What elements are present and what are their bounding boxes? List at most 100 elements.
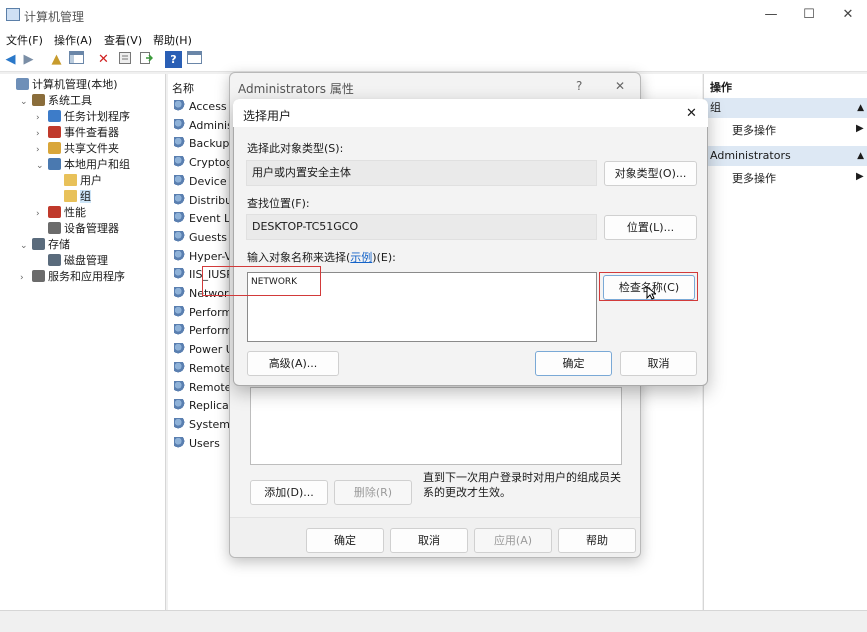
- tree-item[interactable]: › 事件查看器: [36, 125, 119, 141]
- delete-icon[interactable]: ✕: [95, 51, 112, 68]
- expand-arrow-icon[interactable]: ›: [20, 270, 32, 286]
- maximize-button[interactable]: ☐: [800, 6, 818, 24]
- device-manager-icon: [48, 222, 61, 234]
- group-icon: [174, 268, 186, 281]
- list-item[interactable]: Remote: [174, 379, 232, 397]
- export-list-icon[interactable]: [137, 51, 154, 68]
- view-icon[interactable]: [186, 51, 203, 68]
- list-item-label: Access C: [189, 100, 232, 113]
- list-item[interactable]: Remote: [174, 360, 232, 378]
- expand-arrow-icon[interactable]: ›: [36, 142, 48, 158]
- tree-item[interactable]: 用户: [52, 173, 102, 189]
- tree-item-label: 计算机管理(本地): [32, 78, 118, 91]
- group-icon: [174, 137, 186, 150]
- object-types-button[interactable]: 对象类型(O)...: [604, 161, 697, 186]
- users-icon: [48, 158, 61, 170]
- select-ok-button[interactable]: 确定: [535, 351, 612, 376]
- group-icon: [174, 287, 186, 299]
- list-item[interactable]: System I: [174, 416, 232, 434]
- props-cancel-button[interactable]: 取消: [390, 528, 468, 553]
- list-header-name[interactable]: 名称: [172, 80, 194, 96]
- list-item[interactable]: Perform: [174, 304, 232, 322]
- tree-item[interactable]: ⌄ 系统工具: [20, 93, 92, 109]
- list-item[interactable]: Guests: [174, 229, 232, 247]
- properties-icon[interactable]: [116, 51, 133, 68]
- list-item[interactable]: Distribut: [174, 192, 232, 210]
- list-item[interactable]: Perform: [174, 322, 232, 340]
- annotation-rect-check-names: [599, 272, 698, 301]
- status-bar: [0, 610, 867, 632]
- tree-item[interactable]: › 任务计划程序: [36, 109, 130, 125]
- menu-action[interactable]: 操作(A): [54, 32, 92, 48]
- tree-item[interactable]: › 服务和应用程序: [20, 269, 125, 285]
- collapse-icon[interactable]: ▲: [857, 146, 864, 166]
- select-users-title: 选择用户: [243, 109, 292, 123]
- tree-item[interactable]: › 性能: [36, 205, 86, 221]
- show-hide-tree-icon[interactable]: [68, 51, 85, 68]
- group-icon: [174, 324, 186, 337]
- up-folder-icon[interactable]: ▲: [48, 51, 65, 68]
- expand-arrow-icon[interactable]: ⌄: [20, 94, 32, 110]
- props-help-button[interactable]: 帮助: [558, 528, 636, 553]
- list-item[interactable]: Device C: [174, 173, 232, 191]
- select-users-close-button[interactable]: ✕: [686, 106, 697, 121]
- tree-item[interactable]: 磁盘管理: [36, 253, 108, 269]
- collapse-icon[interactable]: ▲: [857, 98, 864, 118]
- list-item-label: Replicat: [189, 399, 232, 413]
- title-bar: 计算机管理 — ☐ ✕: [0, 0, 867, 30]
- props-apply-button[interactable]: 应用(A): [474, 528, 552, 553]
- expand-arrow-icon[interactable]: ⌄: [36, 158, 48, 174]
- tree-item[interactable]: 组: [52, 189, 91, 205]
- props-ok-button[interactable]: 确定: [306, 528, 384, 553]
- more-actions-1[interactable]: 更多操作: [732, 122, 776, 138]
- close-button[interactable]: ✕: [839, 6, 857, 24]
- group-icon: [174, 156, 186, 169]
- props-help-icon[interactable]: ?: [576, 79, 582, 93]
- list-item[interactable]: Backup C: [174, 135, 232, 153]
- minimize-button[interactable]: —: [762, 6, 780, 24]
- tree-item[interactable]: ⌄ 本地用户和组: [36, 157, 130, 173]
- expand-arrow-icon[interactable]: ›: [36, 126, 48, 142]
- list-item[interactable]: Access C: [174, 98, 232, 116]
- forward-icon[interactable]: ▶: [20, 51, 37, 68]
- list-item[interactable]: Replicat: [174, 397, 232, 415]
- tree-item[interactable]: 设备管理器: [36, 221, 119, 237]
- list-item[interactable]: Event Lo: [174, 210, 232, 228]
- back-icon[interactable]: ◀: [2, 51, 19, 68]
- menu-view[interactable]: 查看(V): [104, 32, 142, 48]
- list-item-label: Device C: [189, 174, 232, 188]
- actions-group-heading[interactable]: 组 ▲: [704, 98, 867, 118]
- list-item-label: Remote: [189, 380, 232, 394]
- menu-file[interactable]: 文件(F): [6, 32, 43, 48]
- tree-item-label: 磁盘管理: [64, 254, 108, 267]
- props-close-button[interactable]: ✕: [615, 79, 625, 93]
- list-item-label: Event Lo: [189, 212, 232, 226]
- list-item[interactable]: Cryptog: [174, 154, 232, 172]
- add-button[interactable]: 添加(D)...: [250, 480, 328, 505]
- list-item[interactable]: Hyper-V: [174, 248, 232, 266]
- group-icon: [174, 399, 186, 412]
- tree-item[interactable]: 计算机管理(本地): [4, 77, 118, 93]
- tree-item-label: 共享文件夹: [64, 142, 119, 155]
- tree-item[interactable]: › 共享文件夹: [36, 141, 119, 157]
- more-actions-2[interactable]: 更多操作: [732, 170, 776, 186]
- locations-button[interactable]: 位置(L)...: [604, 215, 697, 240]
- object-type-label: 选择此对象类型(S):: [247, 142, 344, 155]
- expand-arrow-icon[interactable]: ›: [36, 206, 48, 222]
- expand-arrow-icon[interactable]: ›: [36, 110, 48, 126]
- members-listbox[interactable]: [250, 387, 622, 465]
- tree-item[interactable]: ⌄ 存储: [20, 237, 70, 253]
- remove-button[interactable]: 删除(R): [334, 480, 412, 505]
- examples-link[interactable]: 示例: [350, 251, 372, 264]
- list-item[interactable]: Adminis: [174, 117, 232, 135]
- list-item[interactable]: Users: [174, 435, 232, 453]
- advanced-button[interactable]: 高级(A)...: [247, 351, 339, 376]
- actions-admin-heading[interactable]: Administrators ▲: [704, 146, 867, 166]
- help-icon[interactable]: ?: [165, 51, 182, 68]
- menu-help[interactable]: 帮助(H): [153, 32, 192, 48]
- tools-icon: [32, 94, 45, 106]
- expand-arrow-icon[interactable]: ⌄: [20, 238, 32, 254]
- list-item[interactable]: Power U: [174, 341, 232, 359]
- select-cancel-button[interactable]: 取消: [620, 351, 697, 376]
- group-icon: [174, 249, 186, 262]
